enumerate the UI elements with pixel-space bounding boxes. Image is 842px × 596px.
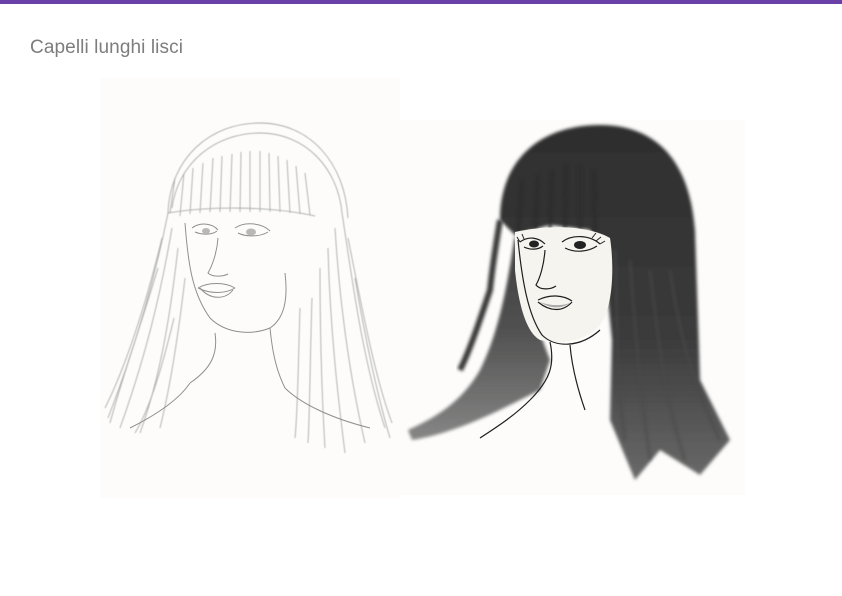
ink-wash-illustration (400, 120, 745, 495)
page-title: Capelli lunghi lisci (30, 37, 184, 58)
page: Capelli lunghi lisci (0, 0, 842, 596)
top-accent-bar (0, 0, 842, 4)
pencil-sketch-illustration (100, 78, 400, 498)
